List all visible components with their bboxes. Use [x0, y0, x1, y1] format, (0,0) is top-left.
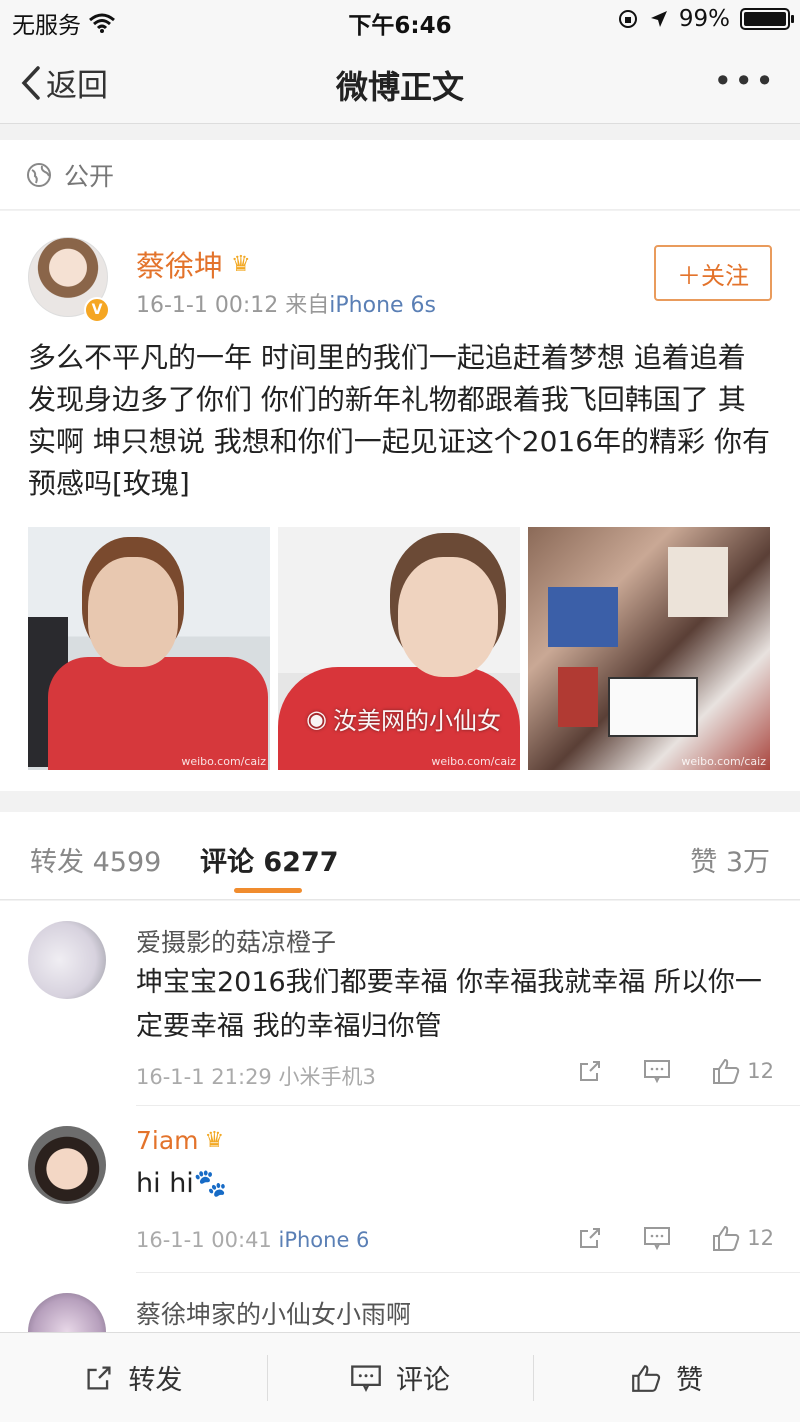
- comment-icon[interactable]: [643, 1058, 671, 1084]
- like-button[interactable]: 12: [711, 1224, 774, 1252]
- commenter-name-row: 7iam ♛: [136, 1126, 224, 1155]
- comment-actions: 12: [577, 1057, 774, 1085]
- commenter-name[interactable]: 爱摄影的菇凉橙子: [136, 923, 336, 959]
- comment-icon: [351, 1364, 381, 1392]
- weibo-post: V 蔡徐坤 ♛ 16-1-1 00:12 来自iPhone 6s ＋关注 多么不…: [0, 211, 800, 791]
- comment-date: 16-1-1 21:29: [136, 1065, 272, 1089]
- commenter-avatar[interactable]: [28, 1126, 106, 1204]
- divider: [136, 1272, 800, 1273]
- comment-text: 坤宝宝2016我们都要幸福 你幸福我就幸福 所以你一定要幸福 我的幸福归你管: [136, 967, 762, 1042]
- comment-text: hi hi🐾: [136, 1168, 228, 1199]
- post-meta: 16-1-1 00:12 来自iPhone 6s: [136, 287, 436, 319]
- photo-figure: [398, 557, 498, 677]
- photo-figure: [48, 657, 268, 770]
- tab-like[interactable]: 赞 3万: [690, 840, 770, 879]
- share-icon[interactable]: [577, 1058, 603, 1084]
- commenter-name[interactable]: 蔡徐坤家的小仙女小雨啊: [136, 1295, 411, 1331]
- photo-watermark: weibo.com/caiz: [681, 755, 766, 768]
- repost-button[interactable]: 转发: [0, 1333, 267, 1422]
- post-source: iPhone 6s: [329, 293, 436, 318]
- share-icon[interactable]: [577, 1225, 603, 1251]
- weibo-logo-icon: ◉: [306, 704, 327, 733]
- photo-watermark: weibo.com/caiz: [431, 755, 516, 768]
- location-arrow-icon: [650, 11, 667, 27]
- comment-actions: 12: [577, 1224, 774, 1252]
- like-button[interactable]: 12: [711, 1057, 774, 1085]
- gift-box: [548, 587, 618, 647]
- post-source-prefix: 来自: [285, 293, 330, 318]
- repost-label: 转发: [128, 1365, 183, 1396]
- comment-list: 爱摄影的菇凉橙子 坤宝宝2016我们都要幸福 你幸福我就幸福 所以你一定要幸福 …: [0, 901, 800, 1341]
- like-count: 12: [747, 1226, 774, 1250]
- comment-label: 评论: [396, 1365, 450, 1396]
- commenter-avatar[interactable]: [28, 921, 106, 999]
- divider: [136, 1105, 800, 1106]
- overlay-watermark: ◉ 汝美网的小仙女: [306, 701, 501, 736]
- like-count: 12: [747, 1059, 774, 1083]
- post-text: 多么不平凡的一年 时间里的我们一起追赶着梦想 追着追着发现身边多了你们 你们的新…: [28, 341, 770, 500]
- commenter-name[interactable]: 7iam: [136, 1126, 199, 1155]
- like-label: 赞: [676, 1365, 704, 1396]
- tab-comment[interactable]: 评论 6277: [200, 840, 339, 879]
- overlay-watermark-text: 汝美网的小仙女: [332, 707, 501, 735]
- thumbs-up-icon: [632, 1364, 661, 1392]
- comment-meta: 16-1-1 21:29 小米手机3: [136, 1061, 376, 1091]
- post-tabs: 转发 4599 评论 6277 赞 3万: [0, 812, 800, 900]
- follow-button[interactable]: ＋关注: [654, 245, 772, 301]
- post-photo[interactable]: weibo.com/caiz: [28, 527, 270, 770]
- thumbs-up-icon: [713, 1225, 740, 1251]
- comment-icon[interactable]: [643, 1225, 671, 1251]
- active-tab-indicator: [234, 888, 302, 893]
- share-icon: [87, 1365, 111, 1390]
- bottom-action-bar: 转发 评论 赞: [0, 1332, 800, 1422]
- verified-badge: V: [84, 297, 110, 323]
- comment-meta: 16-1-1 00:41 iPhone 6: [136, 1228, 369, 1252]
- visibility-label: 公开: [64, 161, 115, 191]
- author-name[interactable]: 蔡徐坤: [136, 243, 223, 285]
- status-bar: 无服务 下午6:46 99%: [0, 0, 800, 40]
- battery-fill: [744, 12, 786, 26]
- photo-watermark: weibo.com/caiz: [181, 755, 266, 768]
- comment-source: iPhone 6: [278, 1228, 370, 1252]
- visibility-row: 公开: [0, 140, 800, 210]
- page-title: 微博正文: [335, 68, 464, 106]
- comment-source: 小米手机3: [278, 1065, 376, 1089]
- gift-box: [558, 667, 598, 727]
- gift-box: [608, 677, 698, 737]
- nav-bar: 返回 微博正文 •••: [0, 40, 800, 124]
- comment-date: 16-1-1 00:41: [136, 1228, 272, 1252]
- post-date: 16-1-1 00:12: [136, 293, 279, 318]
- battery-icon: [740, 8, 794, 30]
- like-button[interactable]: 赞: [533, 1333, 800, 1422]
- comment-button[interactable]: 评论: [266, 1333, 534, 1422]
- crown-icon: ♛: [204, 1128, 225, 1153]
- post-photo[interactable]: weibo.com/caiz: [528, 527, 770, 770]
- thumbs-up-icon: [713, 1058, 740, 1084]
- photo-figure: [88, 557, 178, 667]
- author-row: 蔡徐坤 ♛: [136, 243, 251, 285]
- crown-icon: ♛: [231, 251, 251, 277]
- more-button[interactable]: •••: [713, 62, 776, 100]
- tab-repost[interactable]: 转发 4599: [30, 840, 161, 879]
- rotation-lock-icon: [618, 10, 637, 28]
- battery-percent: 99%: [678, 6, 730, 32]
- globe-icon: [27, 162, 51, 187]
- gift-box: [668, 547, 728, 617]
